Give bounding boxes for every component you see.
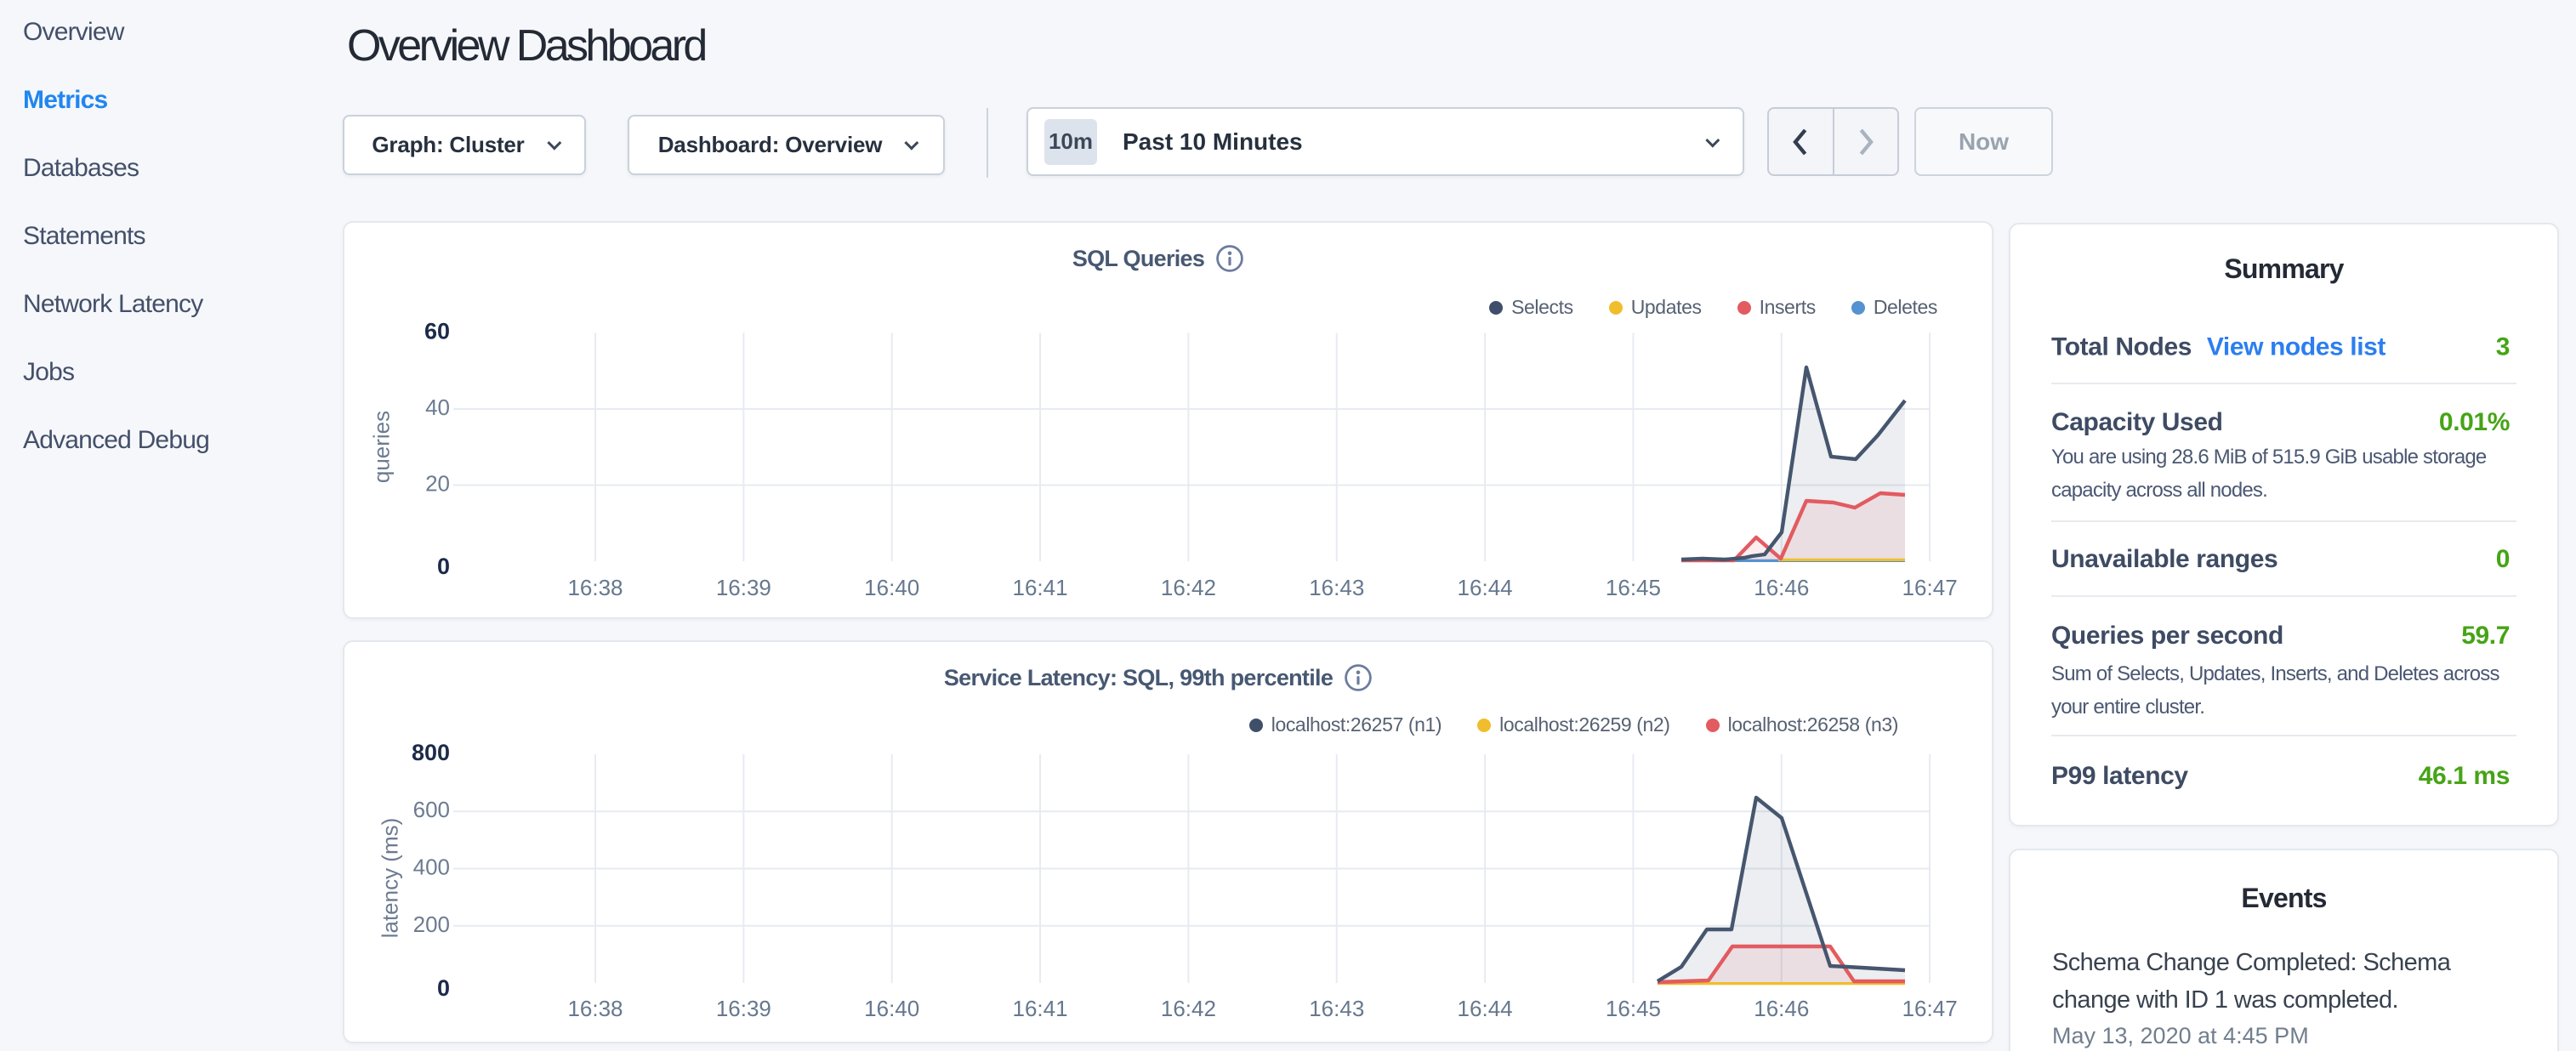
svg-text:16:43: 16:43 [1309,575,1364,600]
svg-text:16:41: 16:41 [1013,996,1068,1021]
svg-text:16:38: 16:38 [567,996,623,1021]
svg-text:16:40: 16:40 [864,996,919,1021]
svg-text:0: 0 [437,554,450,579]
svg-text:16:46: 16:46 [1754,575,1809,600]
svg-text:600: 600 [413,797,450,822]
svg-text:16:43: 16:43 [1309,996,1364,1021]
svg-text:16:45: 16:45 [1606,996,1661,1021]
svg-text:16:47: 16:47 [1902,996,1958,1021]
svg-text:40: 40 [425,395,450,420]
svg-text:16:40: 16:40 [864,575,919,600]
svg-text:16:39: 16:39 [716,575,771,600]
svg-text:16:45: 16:45 [1606,575,1661,600]
svg-text:16:41: 16:41 [1013,575,1068,600]
svg-text:0: 0 [437,975,450,1001]
svg-text:16:44: 16:44 [1458,996,1513,1021]
svg-text:16:47: 16:47 [1902,575,1958,600]
svg-text:800: 800 [412,740,450,765]
svg-text:200: 200 [413,912,450,937]
svg-text:16:38: 16:38 [567,575,623,600]
svg-text:16:39: 16:39 [716,996,771,1021]
svg-text:16:42: 16:42 [1161,575,1216,600]
svg-text:16:42: 16:42 [1161,996,1216,1021]
svg-text:16:46: 16:46 [1754,996,1809,1021]
svg-text:20: 20 [425,471,450,497]
svg-text:400: 400 [413,855,450,880]
svg-text:60: 60 [424,319,450,344]
svg-text:16:44: 16:44 [1458,575,1513,600]
